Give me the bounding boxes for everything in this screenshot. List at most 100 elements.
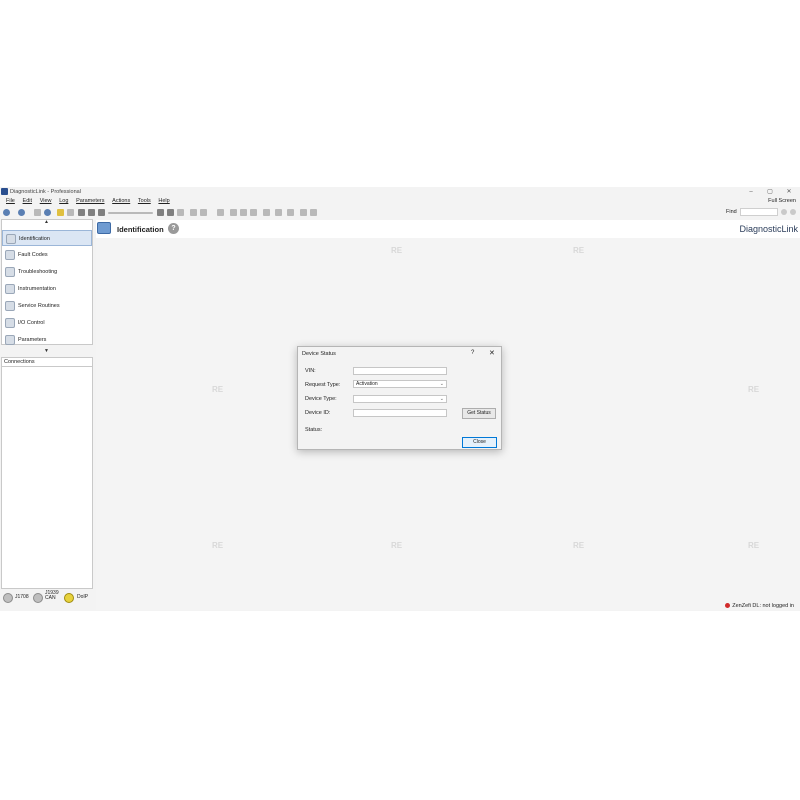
menu-parameters[interactable]: Parameters xyxy=(76,197,104,206)
stop-icon[interactable] xyxy=(78,209,85,216)
watermark: RE xyxy=(748,385,760,394)
menu-edit[interactable]: Edit xyxy=(23,197,32,206)
menu-tools[interactable]: Tools xyxy=(138,197,151,206)
filter-icon[interactable] xyxy=(275,209,282,216)
dialog-close-icon[interactable]: ✕ xyxy=(489,349,495,357)
dialog-help-button[interactable]: ? xyxy=(471,350,474,356)
login-status: ZenZefi DL: not logged in xyxy=(725,603,794,609)
toolbar xyxy=(0,207,800,219)
sidebar-item-label: Fault Codes xyxy=(18,252,48,258)
zoom-out-icon[interactable] xyxy=(240,209,247,216)
first-icon[interactable] xyxy=(88,209,95,216)
sidebar-item-identification[interactable]: Identification xyxy=(2,230,92,246)
get-status-button[interactable]: Get Status xyxy=(462,408,496,419)
instrumentation-icon xyxy=(5,284,15,294)
sidebar-item-label: I/O Control xyxy=(18,320,45,326)
close-window-button[interactable]: ✕ xyxy=(782,188,796,196)
window-icon[interactable] xyxy=(300,209,307,216)
menu-log[interactable]: Log xyxy=(59,197,68,206)
device-type-label: Device Type: xyxy=(305,396,337,402)
settings-icon[interactable] xyxy=(263,209,270,216)
troubleshooting-icon xyxy=(5,267,15,277)
menu-bar: File Edit View Log Parameters Actions To… xyxy=(0,197,800,206)
identification-icon xyxy=(6,234,16,244)
status-dot-icon xyxy=(725,603,731,609)
sidebar-item-troubleshooting[interactable]: Troubleshooting xyxy=(2,264,92,280)
watermark: RE xyxy=(212,385,224,394)
find-label: Find xyxy=(726,209,737,215)
watermark: RE xyxy=(748,541,760,550)
sidebar-item-label: Service Routines xyxy=(18,303,60,309)
help-icon[interactable]: ? xyxy=(168,223,179,234)
request-type-value: Activation xyxy=(356,381,378,387)
page-header: Identification ? DiagnosticLink xyxy=(96,220,800,238)
fault-codes-icon xyxy=(5,250,15,260)
folder-icon[interactable] xyxy=(57,209,64,216)
bookmark-icon[interactable] xyxy=(200,209,207,216)
device-status-dialog: Device Status ? ✕ VIN: Request Type: Act… xyxy=(297,346,502,450)
navigation-panel: ▲ Identification Fault Codes Troubleshoo… xyxy=(1,219,93,345)
menu-view[interactable]: View xyxy=(40,197,52,206)
back-icon[interactable] xyxy=(3,209,10,216)
find-input[interactable] xyxy=(740,208,778,216)
watermark: RE xyxy=(573,246,585,255)
playback-slider[interactable] xyxy=(108,212,153,214)
connect-icon[interactable] xyxy=(34,209,41,216)
loop-icon[interactable] xyxy=(177,209,184,216)
nav-scroll-down-icon[interactable]: ▼ xyxy=(44,348,49,354)
close-button[interactable]: Close xyxy=(462,437,497,448)
window-title: DiagnosticLink - Professional xyxy=(10,189,81,195)
last-icon[interactable] xyxy=(167,209,174,216)
menu-help[interactable]: Help xyxy=(158,197,169,206)
chevron-down-icon: ⌄ xyxy=(439,396,444,402)
chart-icon[interactable] xyxy=(250,209,257,216)
sidebar-item-label: Identification xyxy=(19,236,50,242)
forward-icon[interactable] xyxy=(18,209,25,216)
request-type-select[interactable]: Activation ⌄ xyxy=(353,380,447,388)
watermark: RE xyxy=(573,541,585,550)
sidebar-item-instrumentation[interactable]: Instrumentation xyxy=(2,281,92,297)
layout-icon[interactable] xyxy=(310,209,317,216)
device-type-select[interactable]: ⌄ xyxy=(353,395,447,403)
fast-forward-icon[interactable] xyxy=(157,209,164,216)
sidebar-item-service-routines[interactable]: Service Routines xyxy=(2,298,92,314)
find-prev-icon[interactable] xyxy=(790,209,796,215)
sidebar-item-io-control[interactable]: I/O Control xyxy=(2,315,92,331)
identification-icon xyxy=(97,222,111,234)
play-icon[interactable] xyxy=(67,209,74,216)
print-icon[interactable] xyxy=(217,209,224,216)
brand-logo: DiagnosticLink xyxy=(739,224,798,234)
j1939-can-status-icon[interactable] xyxy=(33,593,43,603)
watermark: RE xyxy=(391,541,403,550)
doip-status-icon[interactable] xyxy=(64,593,74,603)
full-screen-button[interactable]: Full Screen xyxy=(768,198,796,204)
sidebar-item-label: Troubleshooting xyxy=(18,269,58,275)
app-logo-icon xyxy=(1,188,8,195)
device-id-field[interactable] xyxy=(353,409,447,417)
undo-icon[interactable] xyxy=(287,209,294,216)
connections-panel: Connections xyxy=(1,357,93,589)
sidebar-item-label: Parameters xyxy=(18,337,47,343)
login-status-text: ZenZefi DL: not logged in xyxy=(732,603,794,609)
sidebar-item-fault-codes[interactable]: Fault Codes xyxy=(2,247,92,263)
sidebar-item-parameters[interactable]: Parameters xyxy=(2,332,92,345)
minimize-button[interactable]: – xyxy=(744,188,758,196)
refresh-icon[interactable] xyxy=(44,209,51,216)
marker-icon[interactable] xyxy=(190,209,197,216)
title-bar: DiagnosticLink - Professional – ▢ ✕ xyxy=(0,187,800,197)
vin-field[interactable] xyxy=(353,367,447,375)
dialog-title: Device Status xyxy=(302,351,336,357)
j1708-status-icon[interactable] xyxy=(3,593,13,603)
menu-actions[interactable]: Actions xyxy=(112,197,130,206)
parameters-icon xyxy=(5,335,15,345)
menu-file[interactable]: File xyxy=(6,197,15,206)
nav-scroll-up-icon[interactable]: ▲ xyxy=(44,219,49,225)
maximize-button[interactable]: ▢ xyxy=(763,188,777,196)
watermark: RE xyxy=(391,246,403,255)
vin-label: VIN: xyxy=(305,368,316,374)
find-next-icon[interactable] xyxy=(781,209,787,215)
connections-title: Connections xyxy=(4,359,35,365)
chevron-down-icon: ⌄ xyxy=(439,381,444,387)
rewind-icon[interactable] xyxy=(98,209,105,216)
zoom-in-icon[interactable] xyxy=(230,209,237,216)
